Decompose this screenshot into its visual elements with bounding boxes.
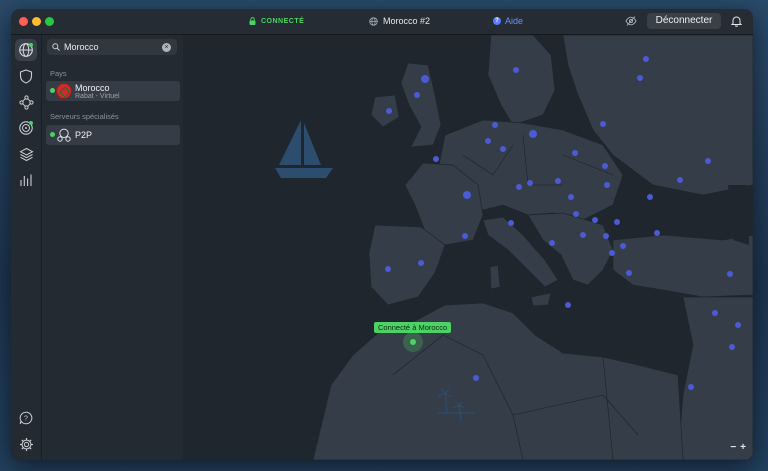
globe-icon xyxy=(369,16,378,26)
titlebar: CONNECTÉ Morocco #2 ? Aide Déconnecter xyxy=(11,9,753,35)
map-canvas xyxy=(275,35,753,460)
gear-icon xyxy=(19,437,33,451)
zoom-window-button[interactable] xyxy=(45,17,54,26)
zoom-controls: − + xyxy=(730,442,746,453)
search-box: × xyxy=(47,39,177,55)
land-sardinia xyxy=(489,264,501,290)
stats-icon xyxy=(20,174,32,186)
nav-countries[interactable] xyxy=(15,39,37,61)
black-sea xyxy=(623,195,703,233)
land-ireland xyxy=(370,94,400,128)
nav-meshnet[interactable] xyxy=(15,91,37,113)
section-specialty: Serveurs spécialisés xyxy=(50,112,119,121)
connected-node xyxy=(410,339,416,345)
zoom-out-button[interactable]: − xyxy=(730,442,736,453)
connection-status: CONNECTÉ xyxy=(249,17,304,25)
status-label: CONNECTÉ xyxy=(261,17,305,25)
connected-dot xyxy=(50,132,55,137)
disconnect-button[interactable]: Déconnecter xyxy=(647,13,721,29)
help-icon: ? xyxy=(19,411,33,425)
nav-rail: ? xyxy=(11,35,42,460)
land-britain xyxy=(400,62,442,148)
land-iberia xyxy=(368,224,446,306)
result-title: P2P xyxy=(75,130,93,140)
bell-icon[interactable] xyxy=(731,15,742,27)
nav-statistics[interactable] xyxy=(15,169,37,191)
layers-icon xyxy=(18,147,34,161)
meshnet-icon xyxy=(18,94,34,110)
clear-icon[interactable]: × xyxy=(162,42,171,52)
nav-help[interactable]: ? xyxy=(15,407,37,429)
globe-icon xyxy=(19,43,33,57)
land-north-africa xyxy=(312,302,684,460)
nav-dark-web-monitor[interactable] xyxy=(15,117,37,139)
lock-icon xyxy=(249,17,256,25)
p2p-icon xyxy=(57,128,71,142)
caspian-sea xyxy=(728,185,749,245)
land-sicily xyxy=(530,292,552,307)
server-panel: × Pays Morocco Rabat - Virtuel Serveurs … xyxy=(42,35,184,460)
server-label: Morocco #2 xyxy=(383,16,431,26)
search-input[interactable] xyxy=(64,42,159,52)
minimize-window-button[interactable] xyxy=(32,17,41,26)
target-icon xyxy=(19,121,33,135)
world-map[interactable]: Connecté à Morocco − + xyxy=(183,35,753,460)
nav-layers[interactable] xyxy=(15,143,37,165)
current-server: Morocco #2 xyxy=(369,16,430,26)
zoom-in-button[interactable]: + xyxy=(740,442,746,453)
nav-threat-protection[interactable] xyxy=(15,65,37,87)
result-title: Morocco xyxy=(75,83,110,93)
land-scandinavia xyxy=(487,35,556,126)
help-label: Aide xyxy=(505,16,524,26)
app-window: CONNECTÉ Morocco #2 ? Aide Déconnecter ?… xyxy=(11,9,753,460)
connected-tooltip: Connecté à Morocco xyxy=(374,322,452,333)
question-icon: ? xyxy=(493,17,501,25)
svg-text:?: ? xyxy=(24,416,28,423)
section-countries: Pays xyxy=(50,69,67,78)
shield-icon xyxy=(19,68,33,84)
nav-settings[interactable] xyxy=(15,433,37,455)
close-window-button[interactable] xyxy=(19,17,28,26)
land-middle-east xyxy=(677,296,753,460)
result-subtitle: Rabat - Virtuel xyxy=(75,93,120,100)
result-p2p[interactable]: P2P xyxy=(46,125,180,145)
result-morocco[interactable]: Morocco Rabat - Virtuel xyxy=(46,81,180,101)
land-turkey xyxy=(612,234,753,298)
eye-icon[interactable] xyxy=(625,15,637,27)
search-icon xyxy=(52,43,60,51)
help-link[interactable]: ? Aide xyxy=(493,16,523,26)
sailboat-icon xyxy=(275,120,333,178)
morocco-flag-icon xyxy=(56,83,72,99)
connected-dot xyxy=(50,88,55,93)
